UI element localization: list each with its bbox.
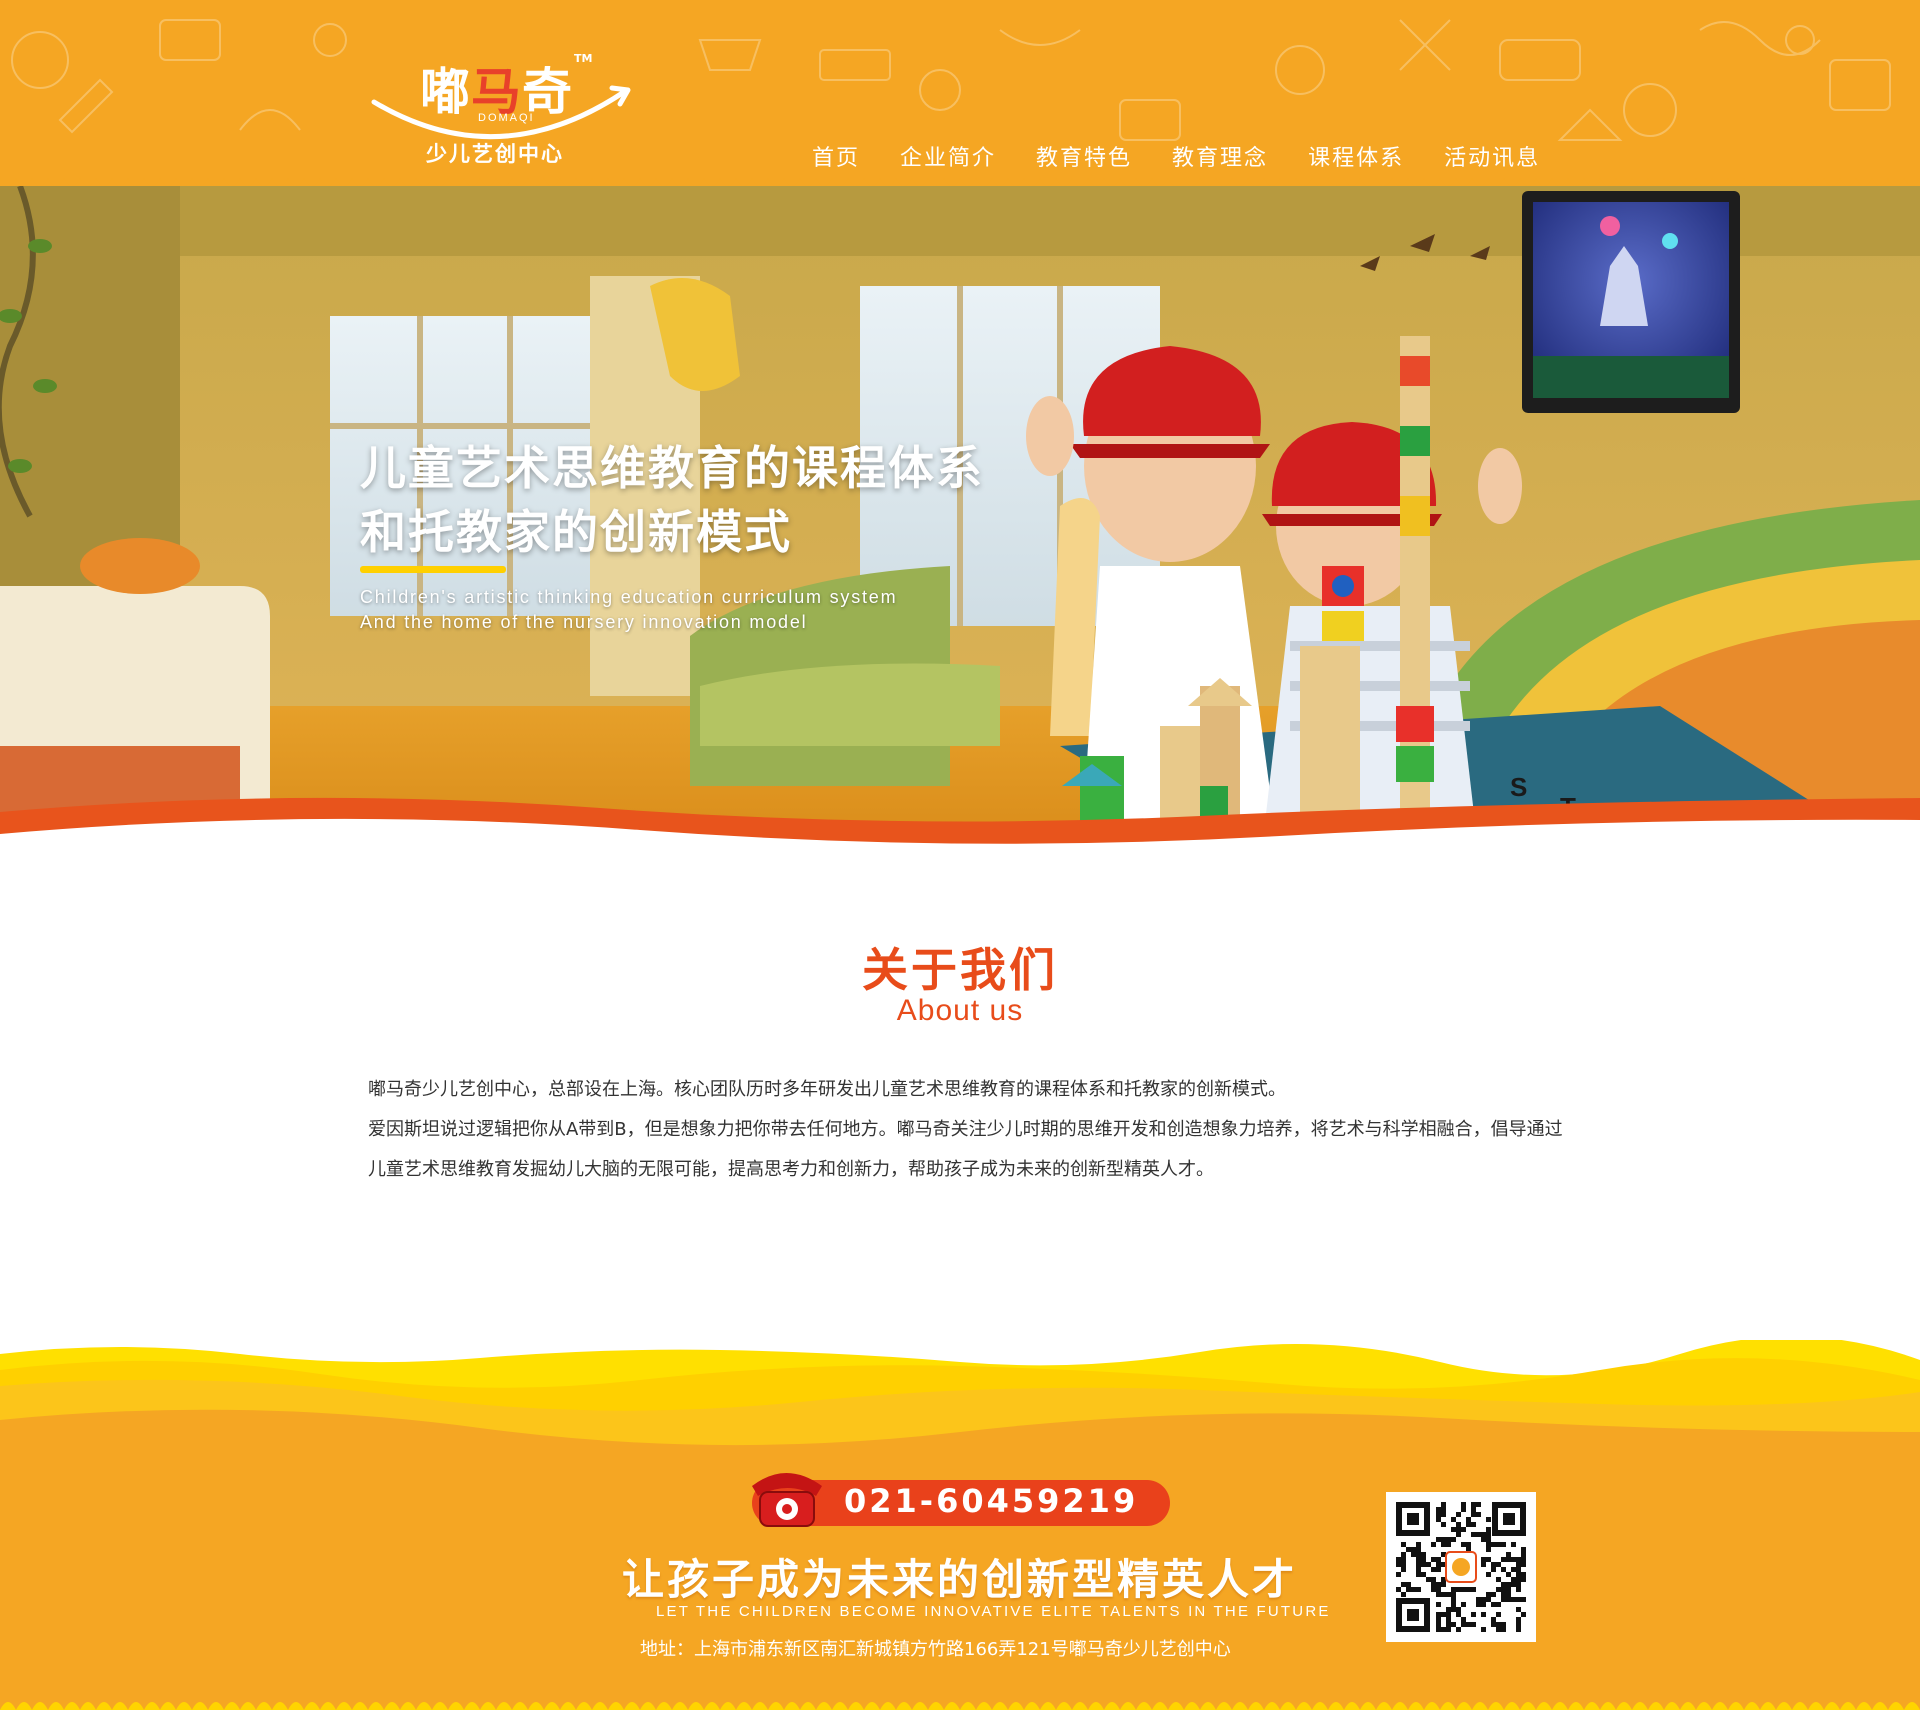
- phone-number[interactable]: 021-60459219: [844, 1482, 1138, 1520]
- hero-headline-line1: 儿童艺术思维教育的课程体系: [360, 441, 984, 495]
- about-subtitle: About us: [896, 994, 1024, 1027]
- footer-slogan: 让孩子成为未来的创新型精英人才: [622, 1555, 1298, 1604]
- about-title: 关于我们: [862, 943, 1058, 997]
- logo-pinyin: DOMAQI: [478, 112, 535, 124]
- hero-english-subtitle: Children's artistic thinking education c…: [360, 585, 984, 635]
- logo-subtitle: 少儿艺创中心: [426, 142, 564, 166]
- telephone-icon: [752, 1473, 822, 1527]
- site-header: 嘟马奇 TM DOMAQI 少儿艺创中心 首页 企业简介 教育特色 教育理念 课…: [0, 0, 1920, 190]
- about-body: 嘟马奇少儿艺创中心，总部设在上海。核心团队历时多年研发出儿童艺术思维教育的课程体…: [368, 1070, 1568, 1190]
- main-nav: 首页 企业简介 教育特色 教育理念 课程体系 活动讯息: [812, 140, 1580, 172]
- hero-underline-accent: [360, 566, 506, 573]
- hero-text-block: 儿童艺术思维教育的课程体系 和托教家的创新模式 Children's artis…: [360, 436, 984, 635]
- nav-item-news[interactable]: 活动讯息: [1444, 140, 1540, 172]
- about-paragraph-2: 爱因斯坦说过逻辑把你从A带到B，但是想象力把你带去任何地方。嘟马奇关注少儿时期的…: [368, 1119, 1563, 1180]
- about-paragraph-1: 嘟马奇少儿艺创中心，总部设在上海。核心团队历时多年研发出儿童艺术思维教育的课程体…: [368, 1079, 1286, 1100]
- nav-item-philosophy[interactable]: 教育理念: [1172, 140, 1268, 172]
- nav-item-home[interactable]: 首页: [812, 140, 860, 172]
- logo-trademark: TM: [574, 52, 593, 65]
- footer-address: 地址：上海市浦东新区南汇新城镇方竹路166弄121号嘟马奇少儿艺创中心: [640, 1639, 1231, 1660]
- qr-code-icon[interactable]: [1386, 1492, 1536, 1642]
- hero-headline-line2: 和托教家的创新模式: [360, 505, 792, 559]
- site-logo[interactable]: 嘟马奇 TM DOMAQI 少儿艺创中心: [368, 46, 638, 170]
- nav-item-features[interactable]: 教育特色: [1036, 140, 1132, 172]
- hero-english-line2: And the home of the nursery innovation m…: [360, 612, 808, 632]
- footer-slogan-english: LET THE CHILDREN BECOME INNOVATIVE ELITE…: [656, 1603, 1331, 1620]
- nav-item-curriculum[interactable]: 课程体系: [1308, 140, 1404, 172]
- footer-scallop-edge: [0, 1702, 1920, 1710]
- hero-banner: RST UVW: [0, 186, 1920, 860]
- nav-item-about-company[interactable]: 企业简介: [900, 140, 996, 172]
- hero-english-line1: Children's artistic thinking education c…: [360, 587, 898, 607]
